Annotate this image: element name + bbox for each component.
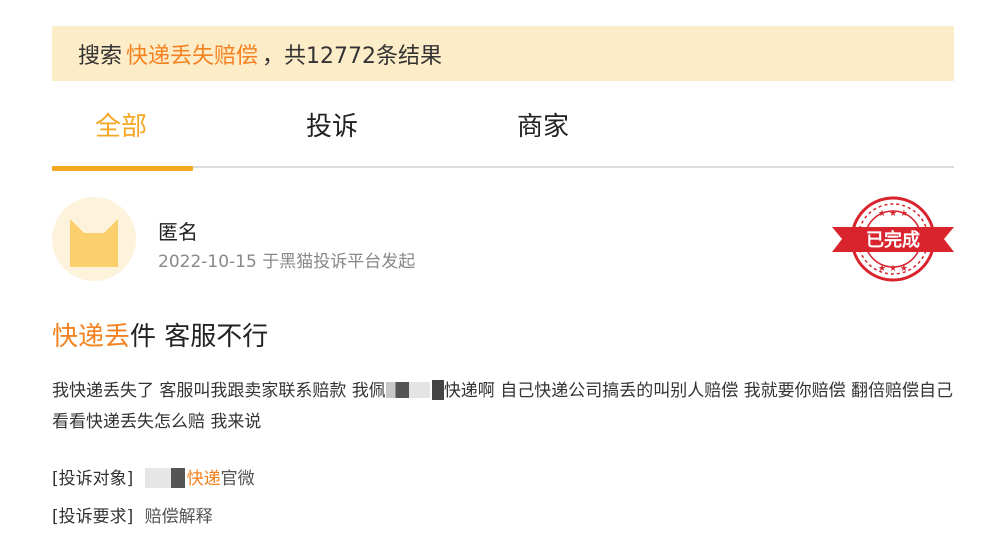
stamp-label: 已完成 — [866, 229, 920, 251]
redacted-mosaic — [431, 380, 444, 400]
complaint-demand-label: [投诉要求] — [52, 507, 134, 527]
complaint-target-value[interactable]: 快递官微 — [144, 468, 255, 489]
tab-complaints[interactable]: 投诉 — [306, 106, 358, 143]
post-body-text-1: 我快递丢失了 客服叫我跟卖家联系赔款 我佩 — [52, 381, 386, 401]
complaint-target-label: [投诉对象] — [52, 469, 134, 489]
redacted-mosaic — [385, 382, 430, 398]
post-meta: 2022-10-15 于黑猫投诉平台发起 — [158, 252, 416, 272]
completed-stamp: 已完成 ★ ★ ★ ★ ★ ★ — [832, 196, 954, 282]
complaint-demand-value: 赔偿解释 — [144, 507, 213, 527]
post-body: 我快递丢失了 客服叫我跟卖家联系赔款 我佩 快递啊 自己快递公司搞丢的叫别人赔偿 … — [52, 376, 958, 438]
active-tab-indicator — [52, 166, 193, 171]
complaint-target-highlight: 快递 — [186, 469, 221, 489]
tab-merchants[interactable]: 商家 — [517, 106, 569, 143]
user-name[interactable]: 匿名 — [158, 216, 198, 245]
complaint-target-row: [投诉对象] 快递官微 — [52, 464, 255, 489]
complaint-demand-row: [投诉要求] 赔偿解释 — [52, 502, 213, 527]
search-result-count: ，共12772条结果 — [262, 43, 443, 69]
post-title-highlight: 快递丢 — [52, 322, 131, 352]
tab-all[interactable]: 全部 — [95, 106, 147, 143]
cat-avatar-icon — [70, 219, 118, 267]
tab-bar: 全部 投诉 商家 — [52, 100, 954, 172]
svg-text:★ ★ ★: ★ ★ ★ — [878, 264, 908, 274]
search-result-banner: 搜索 快递丢失赔偿 ，共12772条结果 — [52, 26, 954, 81]
post-title[interactable]: 快递丢件 客服不行 — [52, 316, 268, 353]
complaint-target-text: 官微 — [220, 469, 255, 489]
search-prefix: 搜索 — [78, 43, 123, 69]
search-keyword[interactable]: 快递丢失赔偿 — [126, 38, 258, 70]
svg-text:★ ★ ★: ★ ★ ★ — [878, 209, 908, 219]
avatar[interactable] — [52, 197, 136, 281]
redacted-mosaic — [144, 468, 185, 488]
post-title-text: 件 客服不行 — [130, 322, 269, 352]
stamp-icon: 已完成 ★ ★ ★ ★ ★ ★ — [832, 196, 954, 282]
